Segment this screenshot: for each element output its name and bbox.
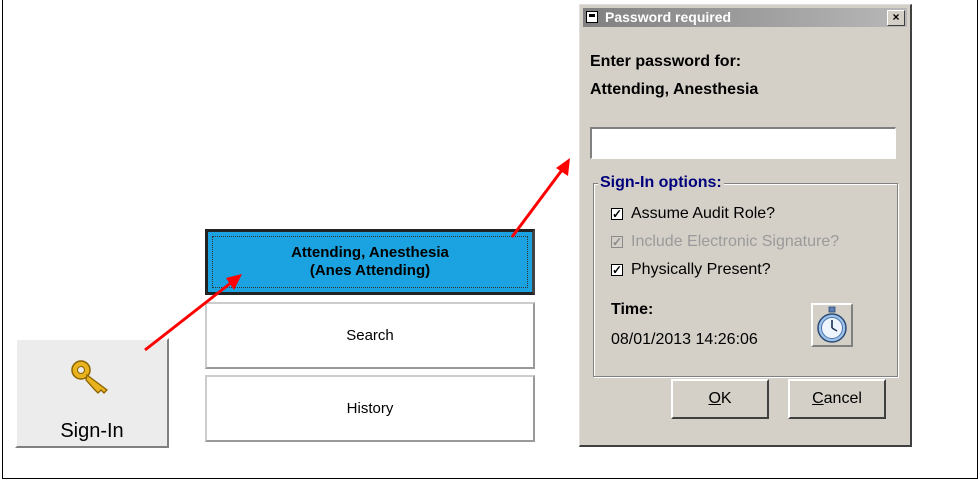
checkbox-checked-icon: ✓ bbox=[611, 263, 623, 277]
cancel-label-rest: ancel bbox=[823, 390, 862, 407]
dialog-title: Password required bbox=[605, 9, 732, 25]
physically-present-label: Physically Present? bbox=[631, 261, 771, 278]
ok-button[interactable]: OK bbox=[671, 379, 769, 419]
sign-in-button[interactable]: Sign-In bbox=[15, 338, 169, 448]
assume-audit-role-checkbox[interactable]: ✓ Assume Audit Role? bbox=[611, 205, 775, 223]
attending-anesthesia-button[interactable]: Attending, Anesthesia (Anes Attending) bbox=[205, 229, 535, 295]
password-prompt: Enter password for: bbox=[590, 53, 742, 70]
checkbox-checked-icon: ✓ bbox=[611, 235, 623, 249]
time-value: 08/01/2013 14:26:06 bbox=[611, 331, 758, 348]
cancel-accelerator: C bbox=[812, 390, 824, 407]
history-label: History bbox=[346, 400, 394, 417]
window-icon bbox=[586, 11, 598, 23]
include-electronic-signature-label: Include Electronic Signature? bbox=[631, 233, 840, 250]
search-label: Search bbox=[346, 327, 394, 344]
user-name: Attending, Anesthesia bbox=[590, 81, 759, 98]
attending-name: Attending, Anesthesia bbox=[291, 244, 449, 261]
search-button[interactable]: Search bbox=[205, 302, 535, 369]
ok-accelerator: O bbox=[708, 390, 721, 407]
sign-in-options-title: Sign-In options: bbox=[598, 174, 724, 192]
history-button[interactable]: History bbox=[205, 375, 535, 442]
cancel-button[interactable]: Cancel bbox=[788, 379, 886, 419]
assume-audit-role-label: Assume Audit Role? bbox=[631, 205, 776, 222]
physically-present-checkbox[interactable]: ✓ Physically Present? bbox=[611, 261, 771, 279]
password-dialog: Password required × Enter password for: … bbox=[579, 4, 912, 447]
include-electronic-signature-checkbox: ✓ Include Electronic Signature? bbox=[611, 233, 839, 251]
checkbox-checked-icon: ✓ bbox=[611, 207, 623, 221]
sign-in-label: Sign-In bbox=[60, 420, 124, 442]
stopwatch-button[interactable] bbox=[811, 303, 853, 347]
password-field[interactable] bbox=[590, 127, 896, 159]
stopwatch-icon bbox=[817, 306, 847, 343]
key-icon bbox=[71, 360, 108, 394]
close-button[interactable]: × bbox=[887, 10, 905, 26]
attending-role: (Anes Attending) bbox=[309, 262, 431, 279]
time-label: Time: bbox=[611, 301, 654, 318]
dialog-titlebar[interactable]: Password required × bbox=[583, 8, 907, 27]
ok-label-rest: K bbox=[720, 390, 732, 407]
